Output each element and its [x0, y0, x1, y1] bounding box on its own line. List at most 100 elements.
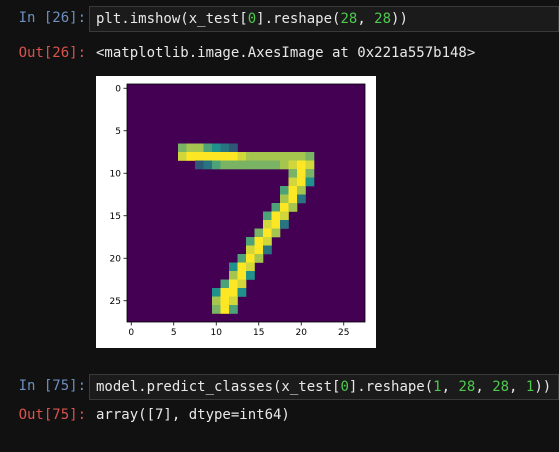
image-pixel	[280, 220, 289, 229]
image-pixel	[237, 254, 247, 263]
image-pixel	[220, 288, 230, 297]
code-text: model.predict_classes(x_test[	[96, 379, 341, 395]
code-input-75[interactable]: model.predict_classes(x_test[0].reshape(…	[89, 374, 559, 400]
code-text: ].reshape(	[348, 379, 434, 395]
y-tick-label: 5	[115, 127, 121, 137]
image-pixel	[246, 152, 255, 161]
image-pixel	[203, 152, 213, 161]
image-pixel	[178, 152, 187, 161]
image-pixel	[297, 186, 306, 195]
image-pixel	[212, 305, 221, 314]
image-pixel	[220, 160, 230, 170]
image-pixel	[271, 211, 281, 221]
code-text: ))	[391, 11, 408, 27]
code-number: 28	[458, 379, 476, 395]
image-pixel	[263, 160, 272, 170]
image-pixel	[263, 237, 272, 246]
image-pixel	[280, 194, 289, 204]
code-text: plt.imshow(x_test[	[96, 11, 248, 27]
code-number: 28	[374, 11, 392, 27]
image-pixel	[212, 296, 221, 306]
image-pixel	[195, 143, 204, 153]
image-pixel	[212, 143, 221, 153]
image-pixel	[229, 160, 238, 170]
image-pixel	[280, 211, 289, 221]
image-pixel	[237, 271, 247, 280]
code-number: 0	[340, 379, 349, 395]
image-pixel	[246, 237, 255, 246]
image-pixel	[229, 288, 238, 297]
y-tick-label: 10	[110, 169, 122, 179]
image-pixel	[254, 245, 264, 255]
image-pixel	[288, 152, 298, 161]
image-pixel	[263, 211, 272, 221]
image-pixel	[237, 160, 247, 170]
image-pixel	[246, 262, 255, 272]
code-text: ,	[441, 379, 459, 395]
image-pixel	[203, 160, 213, 170]
input-prompt-26: In [26]:	[18, 10, 86, 26]
image-pixel	[288, 203, 298, 212]
image-pixel	[220, 143, 230, 153]
output-text-75: array([7], dtype=int64)	[96, 407, 290, 423]
y-tick-label: 15	[110, 212, 121, 222]
code-text: ].reshape(	[256, 11, 341, 27]
image-pixel	[186, 152, 196, 161]
code-number: 28	[340, 11, 358, 27]
image-pixel	[280, 160, 289, 170]
image-pixel	[271, 160, 281, 170]
image-pixel	[297, 160, 306, 170]
image-pixel	[246, 245, 255, 255]
image-pixel	[237, 152, 247, 161]
image-pixels	[127, 84, 365, 322]
x-tick-label: 0	[128, 328, 134, 338]
image-pixel	[246, 271, 255, 280]
image-pixel	[288, 177, 298, 187]
code-text: ,	[357, 11, 375, 27]
image-pixel	[229, 143, 238, 153]
output-prompt-75: Out[75]:	[18, 407, 86, 423]
image-pixel	[178, 143, 187, 153]
x-tick-label: 10	[211, 328, 223, 338]
image-pixel	[237, 288, 247, 297]
image-pixel	[229, 271, 238, 280]
y-tick-label: 25	[110, 297, 121, 307]
image-pixel	[288, 169, 298, 178]
code-number: 1	[433, 379, 442, 395]
y-tick-label: 20	[110, 254, 122, 264]
image-pixel	[229, 305, 238, 314]
image-pixel	[271, 228, 281, 238]
image-pixel	[271, 152, 281, 161]
image-pixel	[280, 186, 289, 195]
code-number: 28	[492, 379, 510, 395]
image-pixel	[288, 186, 298, 195]
image-pixel	[229, 152, 238, 161]
code-text: ,	[509, 379, 526, 395]
input-prompt-75: In [75]:	[18, 378, 86, 394]
imshow-plot: 0 5 10 15 20 25 0 5 10 15 20 25	[96, 76, 376, 348]
image-pixel	[254, 160, 264, 170]
image-pixel	[271, 220, 281, 229]
image-pixel	[263, 152, 272, 161]
image-pixel	[305, 160, 315, 170]
output-prompt-26: Out[26]:	[18, 45, 86, 61]
image-pixel	[263, 228, 272, 238]
image-pixel	[212, 288, 221, 297]
code-number: 0	[247, 11, 257, 27]
image-pixel	[305, 169, 315, 178]
image-pixel	[305, 177, 315, 187]
y-tick-label: 0	[115, 84, 121, 94]
image-pixel	[229, 279, 238, 289]
code-text: ,	[475, 379, 493, 395]
x-tick-label: 20	[296, 328, 308, 338]
x-tick-label: 15	[253, 328, 264, 338]
x-tick-label: 25	[338, 328, 349, 338]
image-pixel	[195, 160, 204, 170]
image-pixel	[212, 152, 221, 161]
image-pixel	[297, 194, 306, 204]
image-pixel	[220, 296, 230, 306]
code-input-26[interactable]: plt.imshow(x_test[0].reshape(28, 28))	[89, 6, 559, 32]
image-pixel	[220, 305, 230, 314]
image-pixel	[263, 245, 272, 255]
image-pixel	[186, 143, 196, 153]
